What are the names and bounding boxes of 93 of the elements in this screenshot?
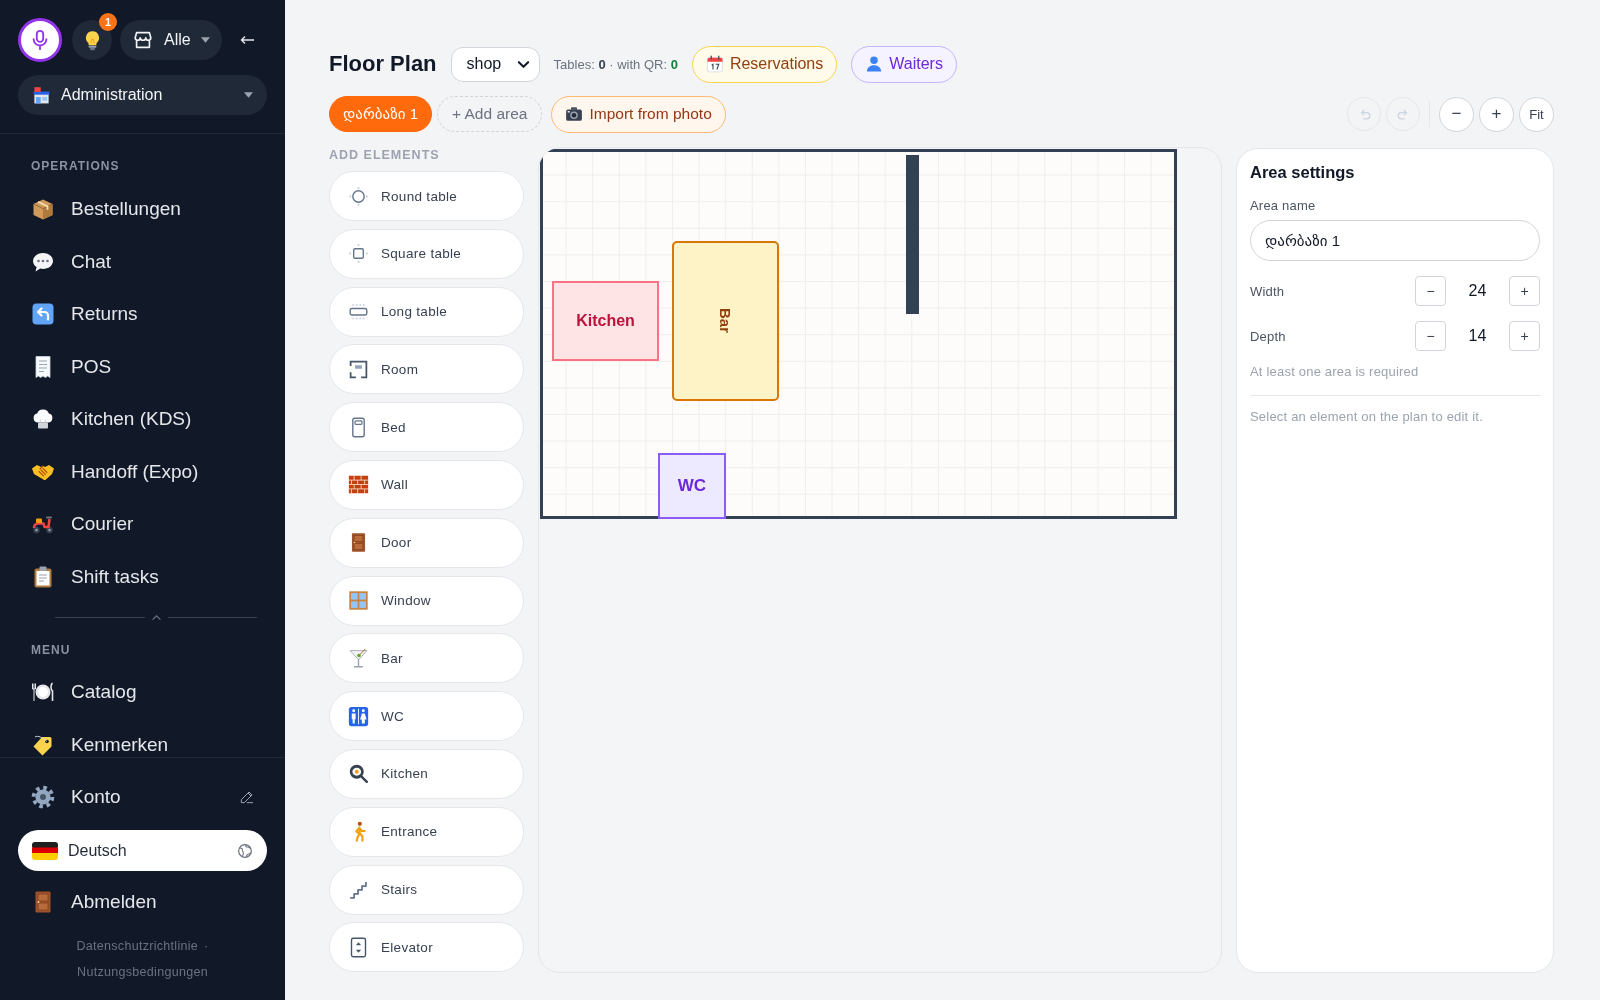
palette-item[interactable]: Room: [329, 344, 524, 395]
page-title: Floor Plan: [329, 51, 437, 77]
clipboard-icon: [31, 564, 55, 589]
notification-badge: 1: [99, 13, 117, 31]
palette-item[interactable]: Entrance: [329, 806, 524, 857]
role-selector[interactable]: Administration: [18, 75, 267, 115]
pencil-icon: [239, 789, 255, 805]
section-label: OPERATIONS: [30, 158, 121, 174]
edit-button[interactable]: [239, 789, 255, 805]
lightbulb-button[interactable]: [72, 20, 112, 60]
area-name-input[interactable]: დარბაზი 1: [1250, 220, 1540, 261]
caret-icon: [201, 37, 210, 43]
dimension-label: Width: [1250, 283, 1286, 299]
settings-icon: [31, 785, 55, 809]
collapse-sidebar-button[interactable]: [240, 35, 254, 45]
footer-link[interactable]: Nutzungsbedingungen: [77, 959, 208, 985]
location-select[interactable]: shop: [450, 46, 540, 82]
zoom-out-button[interactable]: −: [1439, 96, 1474, 132]
palette-item[interactable]: Door: [329, 517, 524, 568]
nav-item[interactable]: Catalog: [0, 666, 285, 719]
waiters-button[interactable]: Waiters: [851, 45, 957, 83]
palette-item[interactable]: Round table: [329, 171, 524, 221]
decrement-button[interactable]: −: [1415, 321, 1446, 351]
palette-item[interactable]: Elevator: [329, 922, 524, 973]
increment-button[interactable]: +: [1509, 321, 1540, 351]
frying-pan-icon: [348, 763, 369, 785]
camera-icon: [565, 105, 584, 123]
shop-icon: [32, 85, 51, 105]
zoom-fit-button[interactable]: Fit: [1519, 96, 1554, 132]
nav-item[interactable]: Chat: [0, 235, 285, 288]
nav-item[interactable]: Bestellungen: [0, 183, 285, 236]
bar-counter[interactable]: Bar: [672, 241, 779, 401]
language-selector[interactable]: Deutsch: [18, 830, 267, 871]
nav-item[interactable]: Handoff (Expo): [0, 445, 285, 498]
palette-item[interactable]: Long table: [329, 286, 524, 337]
restroom-sign-icon: [348, 705, 369, 727]
hint-text: At least one area is required: [1250, 364, 1420, 380]
flag-icon: [32, 841, 58, 860]
palette-item[interactable]: Window: [329, 575, 524, 626]
palette-item[interactable]: WC: [329, 691, 524, 742]
import-photo-button[interactable]: Import from photo: [551, 95, 726, 133]
square-table-icon: [348, 243, 369, 265]
nav-item[interactable]: Kenmerken: [0, 718, 285, 757]
wc-zone[interactable]: WC: [658, 453, 726, 519]
field-label: Area name: [1250, 198, 1317, 214]
chevron-down-icon: [516, 59, 530, 69]
dimension-value: 24: [1467, 282, 1488, 300]
empty-state-text: Select an element on the plan to edit it.: [1250, 409, 1484, 425]
section-label: MENU: [30, 642, 72, 658]
panel-title: Area settings: [1250, 162, 1356, 182]
zoom-in-button[interactable]: +: [1479, 96, 1514, 132]
section-label: ADD ELEMENTS: [329, 147, 441, 163]
nav-item[interactable]: Kitchen (KDS): [0, 393, 285, 446]
nav-item[interactable]: Shift tasks: [0, 550, 285, 603]
arrow-left-icon: [240, 35, 254, 45]
room-frame-icon: [348, 358, 369, 380]
table-stats: Tables: 0 · with QR: 0: [553, 56, 678, 72]
round-table-icon: [348, 185, 369, 207]
palette-item[interactable]: Bar: [329, 633, 524, 684]
globe-icon: [237, 842, 253, 859]
nav-item[interactable]: POS: [0, 340, 285, 393]
palette-item[interactable]: Wall: [329, 460, 524, 510]
reservations-button[interactable]: Reservations: [691, 45, 838, 83]
palette-item[interactable]: Kitchen: [329, 748, 524, 799]
package-icon: [31, 197, 55, 222]
footer-link[interactable]: Datenschutzrichtlinie: [76, 933, 199, 959]
kitchen-zone[interactable]: Kitchen: [552, 281, 659, 361]
elevator-icon: [348, 936, 369, 958]
nav-item[interactable]: Returns: [0, 288, 285, 341]
nav-item[interactable]: Courier: [0, 498, 285, 551]
stairs-icon: [348, 879, 369, 901]
palette-item[interactable]: Square table: [329, 228, 524, 279]
palette-item[interactable]: Stairs: [329, 864, 524, 915]
decrement-button[interactable]: −: [1415, 276, 1446, 306]
dimension-value: 14: [1467, 327, 1488, 345]
separator-dot: ·: [204, 938, 209, 955]
chef-hat-icon: [31, 407, 55, 432]
collapse-toggle-button[interactable]: [150, 614, 162, 621]
dimension-label: Depth: [1250, 328, 1287, 344]
logout-item[interactable]: Abmelden: [18, 877, 267, 927]
brick-wall-icon: [348, 474, 369, 496]
chevron-up-icon: [150, 614, 162, 621]
caret-icon: [244, 92, 253, 98]
increment-button[interactable]: +: [1509, 276, 1540, 306]
palette-item[interactable]: Bed: [329, 402, 524, 453]
account-item[interactable]: Konto: [18, 772, 239, 822]
store-icon: [132, 29, 154, 51]
calendar-icon: [705, 55, 724, 73]
cocktail-glass-icon: [348, 647, 369, 669]
window-icon: [348, 590, 369, 612]
store-filter-button[interactable]: Alle: [120, 20, 222, 60]
person-icon: [865, 55, 884, 73]
microphone-button[interactable]: [18, 18, 62, 62]
